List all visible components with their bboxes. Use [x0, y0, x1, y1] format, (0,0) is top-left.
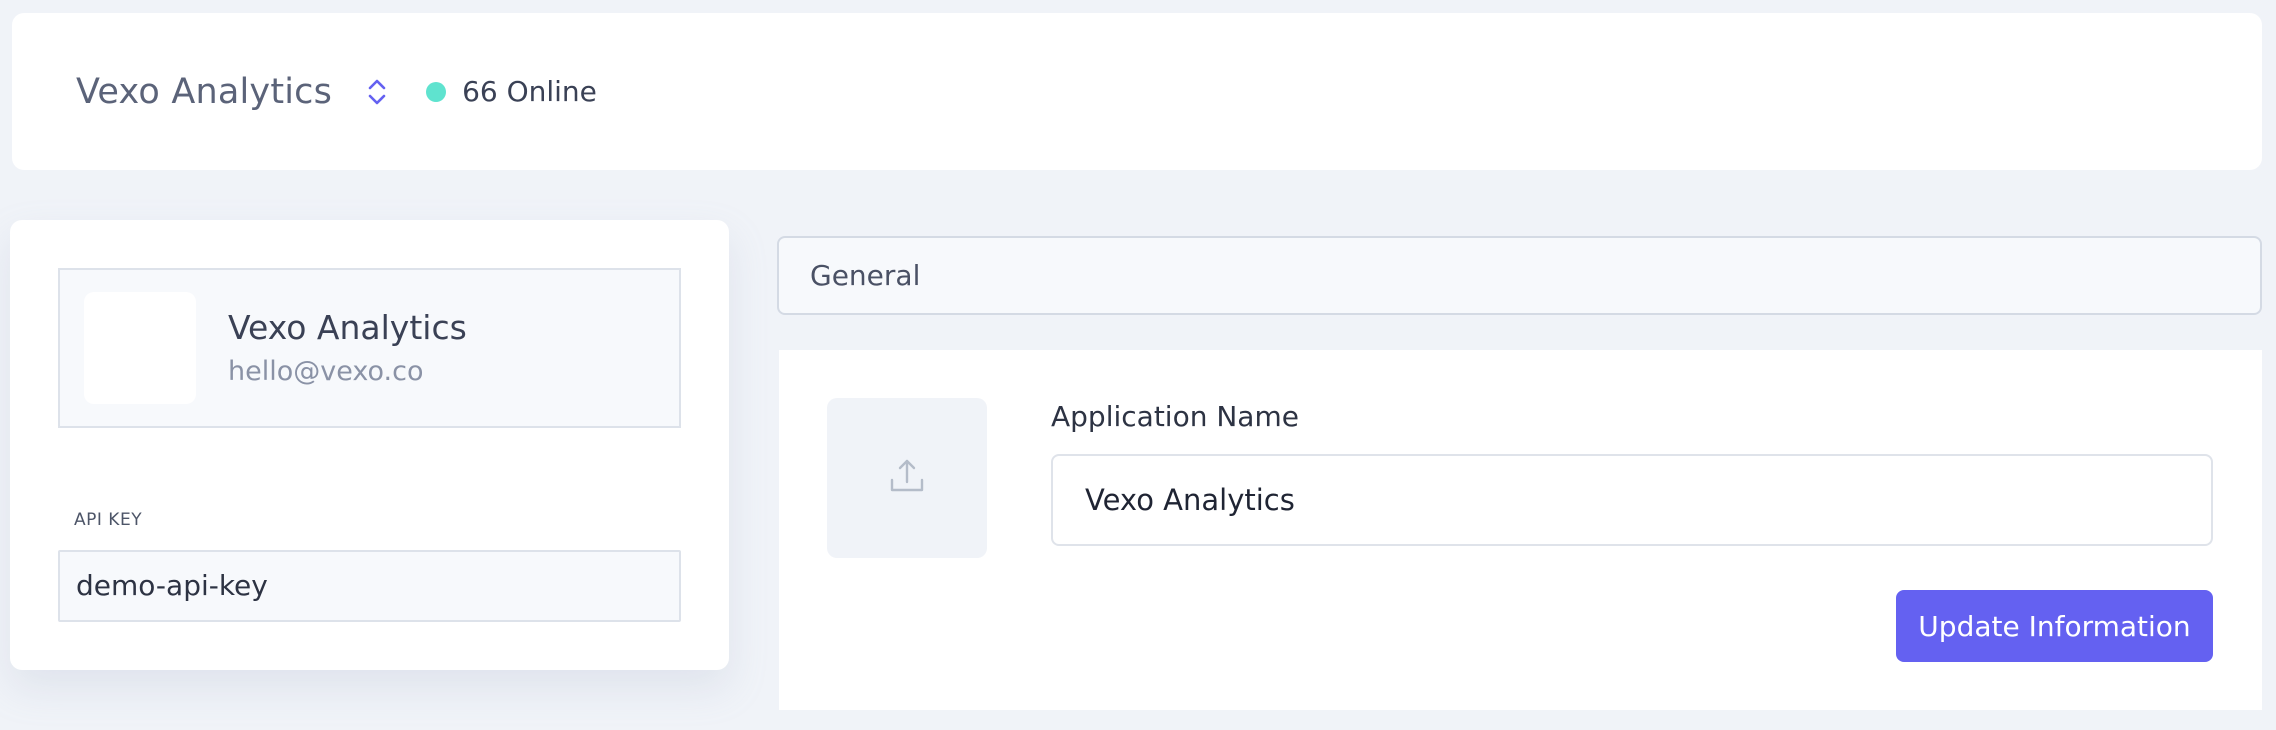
- api-key-field[interactable]: demo-api-key: [58, 550, 681, 622]
- application-name-input[interactable]: Vexo Analytics: [1051, 454, 2213, 546]
- profile-card: Vexo Analytics hello@vexo.co API KEY dem…: [10, 220, 729, 670]
- update-information-button[interactable]: Update Information: [1896, 590, 2213, 662]
- app-title: Vexo Analytics: [76, 71, 333, 112]
- application-name-label: Application Name: [1051, 400, 1299, 433]
- online-status-dot: [426, 81, 447, 102]
- top-bar: Vexo Analytics 66 Online: [12, 13, 2262, 170]
- avatar: [84, 292, 196, 404]
- chevron-up-down-icon[interactable]: [362, 72, 392, 112]
- tab-general[interactable]: General: [777, 236, 2262, 315]
- logo-upload-button[interactable]: [827, 398, 987, 558]
- profile-summary: Vexo Analytics hello@vexo.co: [58, 268, 681, 428]
- profile-email: hello@vexo.co: [228, 356, 424, 387]
- online-count: 66 Online: [462, 75, 597, 108]
- api-key-label: API KEY: [74, 510, 143, 530]
- profile-name: Vexo Analytics: [228, 308, 467, 347]
- upload-icon: [887, 456, 927, 500]
- general-settings-panel: Application Name Vexo Analytics Update I…: [779, 350, 2262, 710]
